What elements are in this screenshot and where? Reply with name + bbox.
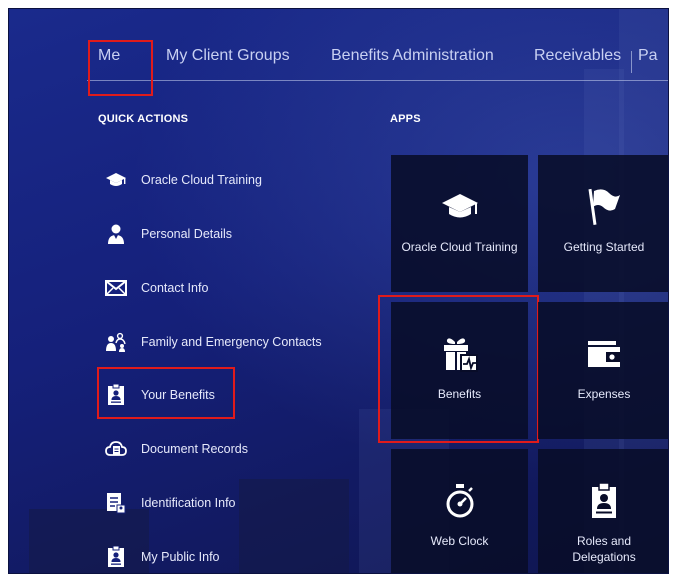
quick-action-label: Identification Info bbox=[141, 496, 236, 510]
quick-action-label: Family and Emergency Contacts bbox=[141, 335, 322, 349]
quick-actions-title: QUICK ACTIONS bbox=[98, 113, 189, 125]
stopwatch-icon bbox=[445, 481, 475, 521]
tab-benefits-administration[interactable]: Benefits Administration bbox=[331, 47, 494, 65]
app-tile-expenses[interactable]: Expenses bbox=[538, 302, 668, 439]
quick-action-personal-details[interactable]: Personal Details bbox=[105, 221, 232, 247]
app-tile-label: Getting Started bbox=[563, 240, 645, 254]
graduation-cap-icon bbox=[105, 169, 127, 191]
highlight-me-tab bbox=[88, 40, 153, 96]
quick-action-document-records[interactable]: Document Records bbox=[105, 436, 248, 462]
envelope-icon bbox=[105, 277, 127, 299]
highlight-benefits-tile bbox=[378, 295, 539, 443]
quick-action-identification-info[interactable]: Identification Info bbox=[105, 490, 236, 516]
graduation-cap-icon bbox=[441, 187, 479, 227]
family-icon bbox=[105, 331, 127, 353]
app-tile-label: Expenses bbox=[577, 387, 631, 401]
quick-action-label: Contact Info bbox=[141, 281, 209, 295]
badge-icon bbox=[105, 546, 127, 568]
badge-icon bbox=[590, 481, 618, 521]
app-tile-label: Web Clock bbox=[430, 534, 489, 548]
tab-my-client-groups[interactable]: My Client Groups bbox=[166, 47, 290, 65]
quick-action-label: Document Records bbox=[141, 442, 248, 456]
quick-action-oracle-cloud-training[interactable]: Oracle Cloud Training bbox=[105, 167, 262, 193]
app-frame: Me My Client Groups Benefits Administrat… bbox=[8, 8, 669, 574]
nav-separator bbox=[631, 51, 632, 73]
quick-action-label: My Public Info bbox=[141, 550, 220, 564]
app-tile-label: Oracle Cloud Training bbox=[401, 240, 518, 254]
quick-action-my-public-info[interactable]: My Public Info bbox=[105, 544, 220, 570]
app-tile-label: Roles and Delegations bbox=[572, 534, 636, 564]
flag-icon bbox=[587, 187, 621, 227]
quick-action-contact-info[interactable]: Contact Info bbox=[105, 275, 208, 301]
wallet-icon bbox=[586, 334, 622, 374]
apps-title: APPS bbox=[390, 113, 421, 125]
bg-building bbox=[239, 479, 349, 573]
app-tile-getting-started[interactable]: Getting Started bbox=[538, 155, 668, 292]
cloud-document-icon bbox=[105, 438, 127, 460]
highlight-your-benefits bbox=[97, 367, 235, 419]
tab-pa[interactable]: Pa bbox=[638, 47, 658, 65]
app-tile-roles-and-delegations[interactable]: Roles and Delegations bbox=[538, 449, 668, 573]
app-tile-web-clock[interactable]: Web Clock bbox=[391, 449, 528, 573]
id-document-icon bbox=[105, 492, 127, 514]
tab-receivables[interactable]: Receivables bbox=[534, 47, 621, 65]
nav-underline bbox=[87, 80, 668, 81]
person-icon bbox=[105, 223, 127, 245]
quick-action-label: Personal Details bbox=[141, 227, 233, 241]
quick-action-label: Oracle Cloud Training bbox=[141, 173, 262, 187]
quick-action-family-emergency-contacts[interactable]: Family and Emergency Contacts bbox=[105, 329, 322, 355]
app-tile-oracle-cloud-training[interactable]: Oracle Cloud Training bbox=[391, 155, 528, 292]
